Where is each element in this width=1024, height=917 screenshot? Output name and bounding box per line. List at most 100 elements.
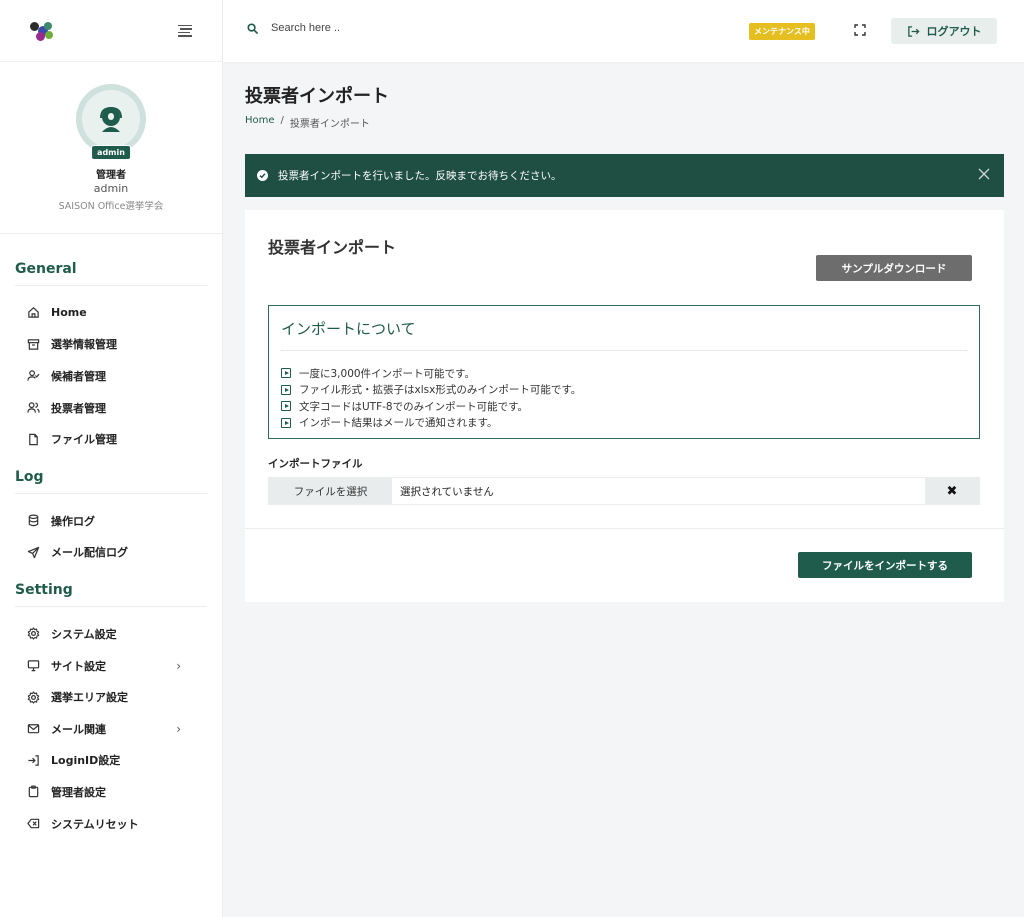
user-headset-icon — [100, 106, 122, 132]
home-icon — [28, 307, 39, 319]
sidebar-item-label: ファイル管理 — [51, 433, 117, 447]
nav-section-log: Log 操作ログ メール配信ログ — [0, 455, 222, 568]
gear-icon — [27, 691, 40, 704]
sidebar-item-mail-log[interactable]: メール配信ログ — [15, 537, 207, 569]
breadcrumb-separator: / — [280, 115, 284, 126]
nav-section-setting: Setting システム設定 サイト設定 › 選挙エリア設定 メール関連 › L… — [0, 568, 222, 839]
file-select-button[interactable]: ファイルを選択 — [269, 478, 392, 504]
sidebar-item-site-settings[interactable]: サイト設定 › — [15, 650, 207, 682]
maintenance-badge: メンテナンス中 — [749, 23, 815, 40]
gear-icon — [27, 627, 40, 641]
monitor-icon — [27, 660, 40, 672]
sidebar-item-label: 操作ログ — [51, 514, 95, 528]
user-check-icon — [27, 370, 40, 382]
sidebar-item-label: 投票者管理 — [51, 401, 106, 415]
sidebar-item-label: 管理者設定 — [51, 785, 106, 799]
sample-download-button[interactable]: サンプルダウンロード — [816, 255, 972, 281]
sidebar-item-label: LoginID設定 — [51, 754, 121, 768]
logout-icon — [907, 25, 920, 37]
sidebar-item-loginid-settings[interactable]: LoginID設定 — [15, 745, 207, 777]
alert-message: 投票者インポートを行いました。反映までお待ちください。 — [278, 170, 562, 182]
logout-button[interactable]: ログアウト — [891, 18, 997, 44]
app-logo[interactable] — [30, 20, 56, 42]
play-square-icon — [281, 384, 291, 395]
sidebar-item-label: メール関連 — [51, 722, 106, 736]
sidebar-item-label: メール配信ログ — [51, 546, 128, 560]
play-square-icon — [281, 401, 291, 412]
file-icon — [29, 433, 38, 445]
sidebar-item-label: 選挙エリア設定 — [51, 691, 128, 705]
top-bar: メンテナンス中 ログアウト — [223, 0, 1024, 62]
breadcrumb-current: 投票者インポート — [289, 119, 370, 130]
chevron-right-icon: › — [176, 721, 181, 736]
file-clear-button[interactable]: ✖ — [925, 478, 979, 504]
nav-section-title: Log — [15, 455, 207, 494]
sidebar-item-election-info[interactable]: 選挙情報管理 — [15, 329, 207, 361]
sidebar-item-label: システム設定 — [51, 627, 117, 641]
list-item: 一度に3,000件インポート可能です。 — [281, 365, 979, 382]
page-title: 投票者インポート — [245, 86, 389, 107]
database-icon — [28, 514, 39, 527]
card-title: 投票者インポート — [268, 238, 397, 257]
sidebar: admin 管理者 admin SAISON Office選挙学会 Genera… — [0, 0, 223, 917]
nav-section-title: Setting — [15, 568, 207, 608]
check-circle-icon — [257, 170, 268, 181]
sidebar-header — [0, 0, 222, 62]
menu-toggle-icon[interactable] — [178, 24, 192, 37]
users-icon — [27, 402, 40, 413]
info-item-text: ファイル形式・拡張子はxlsx形式のみインポート可能です。 — [299, 384, 582, 397]
search-bar — [247, 22, 471, 34]
sidebar-item-candidates[interactable]: 候補者管理 — [15, 360, 207, 392]
sidebar-item-home[interactable]: Home — [15, 297, 207, 329]
list-item: ファイル形式・拡張子はxlsx形式のみインポート可能です。 — [281, 382, 979, 399]
breadcrumb: Home / 投票者インポート — [245, 115, 1004, 130]
sidebar-item-files[interactable]: ファイル管理 — [15, 423, 207, 455]
card-divider — [245, 528, 1004, 529]
import-file-label: インポートファイル — [268, 458, 363, 470]
sidebar-item-admin-settings[interactable]: 管理者設定 — [15, 776, 207, 808]
profile-username: admin — [93, 182, 129, 195]
user-profile: admin 管理者 admin SAISON Office選挙学会 — [0, 62, 222, 234]
info-item-text: 一度に3,000件インポート可能です。 — [299, 367, 476, 380]
backspace-icon — [27, 818, 40, 829]
play-square-icon — [281, 368, 291, 379]
info-item-text: 文字コードはUTF-8でのみインポート可能です。 — [299, 400, 529, 413]
send-icon — [27, 546, 40, 559]
archive-icon — [27, 339, 40, 350]
info-item-text: インポート結果はメールで通知されます。 — [299, 417, 498, 430]
sidebar-item-system-reset[interactable]: システムリセット — [15, 808, 207, 840]
sidebar-item-label: 選挙情報管理 — [51, 338, 117, 352]
sidebar-item-label: システムリセット — [51, 817, 139, 831]
sidebar-item-system-settings[interactable]: システム設定 — [15, 618, 207, 650]
admin-badge: admin — [91, 145, 131, 160]
main-content: 投票者インポート Home / 投票者インポート 投票者インポートを行いました。… — [245, 62, 1004, 602]
nav-section-general: General Home 選挙情報管理 候補者管理 投票者管理 ファイル管理 — [0, 234, 222, 455]
fullscreen-icon[interactable] — [854, 24, 866, 36]
search-input[interactable] — [271, 22, 471, 34]
list-item: 文字コードはUTF-8でのみインポート可能です。 — [281, 398, 979, 415]
import-file-button[interactable]: ファイルをインポートする — [798, 552, 972, 578]
close-icon[interactable] — [978, 168, 990, 180]
breadcrumb-home-link[interactable]: Home — [245, 115, 275, 130]
sidebar-item-operation-log[interactable]: 操作ログ — [15, 505, 207, 537]
logout-label: ログアウト — [926, 25, 982, 38]
profile-role: 管理者 — [96, 170, 126, 181]
clipboard-icon — [28, 785, 39, 798]
list-item: インポート結果はメールで通知されます。 — [281, 415, 979, 432]
sidebar-item-mail-settings[interactable]: メール関連 › — [15, 713, 207, 745]
file-input: ファイルを選択 選択されていません ✖ — [268, 477, 980, 505]
sidebar-item-voters[interactable]: 投票者管理 — [15, 392, 207, 424]
profile-organization: SAISON Office選挙学会 — [58, 201, 164, 212]
avatar: admin — [76, 84, 146, 160]
info-list: 一度に3,000件インポート可能です。 ファイル形式・拡張子はxlsx形式のみイ… — [281, 365, 979, 431]
info-title: インポートについて — [281, 318, 967, 351]
search-icon[interactable] — [247, 22, 258, 34]
login-icon — [28, 755, 39, 766]
import-card: 投票者インポート サンプルダウンロード インポートについて 一度に3,000件イ… — [245, 210, 1004, 602]
mail-icon — [27, 724, 40, 734]
chevron-right-icon: › — [176, 658, 181, 673]
sidebar-item-election-area-settings[interactable]: 選挙エリア設定 — [15, 681, 207, 713]
play-square-icon — [281, 417, 291, 428]
file-status-text: 選択されていません — [400, 485, 494, 498]
success-alert: 投票者インポートを行いました。反映までお待ちください。 — [245, 154, 1004, 197]
